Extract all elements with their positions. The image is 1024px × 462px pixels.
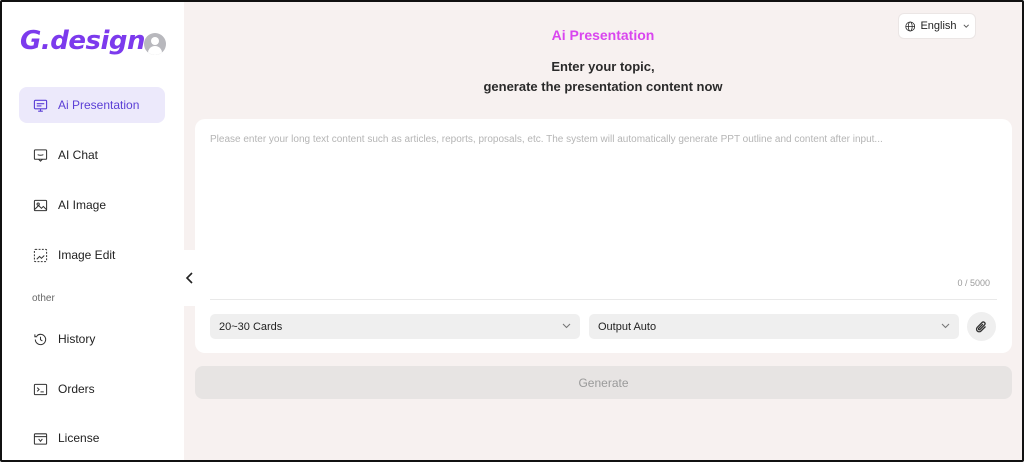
subtitle-line-2: generate the presentation content now: [483, 79, 723, 94]
brand-logo[interactable]: G.design: [20, 26, 145, 56]
divider: [210, 299, 997, 300]
sidebar-item-orders[interactable]: Orders: [19, 371, 165, 407]
content-textarea[interactable]: [210, 134, 997, 284]
image-icon: [32, 197, 48, 213]
sidebar-item-label: AI Image: [58, 198, 107, 212]
sidebar-item-license[interactable]: License: [19, 420, 165, 456]
sidebar-item-ai-presentation[interactable]: Ai Presentation: [19, 87, 165, 123]
sidebar-item-ai-image[interactable]: AI Image: [19, 187, 165, 223]
history-icon: [32, 331, 48, 347]
attach-file-button[interactable]: [967, 312, 996, 341]
page-subtitle: Enter your topic, generate the presentat…: [184, 57, 1022, 97]
output-language-value: Output Auto: [598, 320, 657, 333]
cards-count-value: 20~30 Cards: [219, 320, 283, 333]
output-language-select[interactable]: Output Auto: [589, 314, 959, 339]
collapse-sidebar-button[interactable]: [182, 250, 198, 306]
sidebar-item-label: AI Chat: [58, 148, 99, 162]
sidebar-section-label: other: [32, 293, 55, 304]
sidebar-item-label: Ai Presentation: [58, 98, 140, 112]
input-card: 0 / 5000 20~30 Cards Output Auto: [195, 119, 1012, 353]
user-avatar-icon[interactable]: [144, 33, 166, 55]
presentation-icon: [32, 97, 48, 113]
chat-icon: [32, 147, 48, 163]
paperclip-icon: [975, 320, 986, 332]
sidebar-item-ai-chat[interactable]: AI Chat: [19, 137, 165, 173]
page-title: Ai Presentation: [551, 27, 655, 43]
terminal-icon: [32, 381, 48, 397]
chevron-down-icon: [562, 323, 571, 329]
app-window: G.design Ai Presentation AI Chat AI Imag…: [0, 0, 1024, 462]
sidebar-item-label: History: [58, 332, 96, 346]
generate-button[interactable]: Generate: [195, 366, 1012, 399]
license-icon: [32, 430, 48, 446]
image-edit-icon: [32, 247, 48, 263]
sidebar-item-label: Image Edit: [58, 248, 116, 262]
sidebar-item-image-edit[interactable]: Image Edit: [19, 237, 165, 273]
cards-count-select[interactable]: 20~30 Cards: [210, 314, 580, 339]
character-counter: 0 / 5000: [957, 278, 990, 288]
chevron-left-icon: [185, 272, 193, 284]
sidebar: G.design Ai Presentation AI Chat AI Imag…: [2, 2, 184, 460]
subtitle-line-1: Enter your topic,: [551, 59, 655, 74]
sidebar-item-label: License: [58, 431, 100, 445]
sidebar-item-history[interactable]: History: [19, 321, 165, 357]
main-content: English Ai Presentation Enter your topic…: [184, 2, 1022, 460]
chevron-down-icon: [941, 323, 950, 329]
sidebar-item-label: Orders: [58, 382, 95, 396]
